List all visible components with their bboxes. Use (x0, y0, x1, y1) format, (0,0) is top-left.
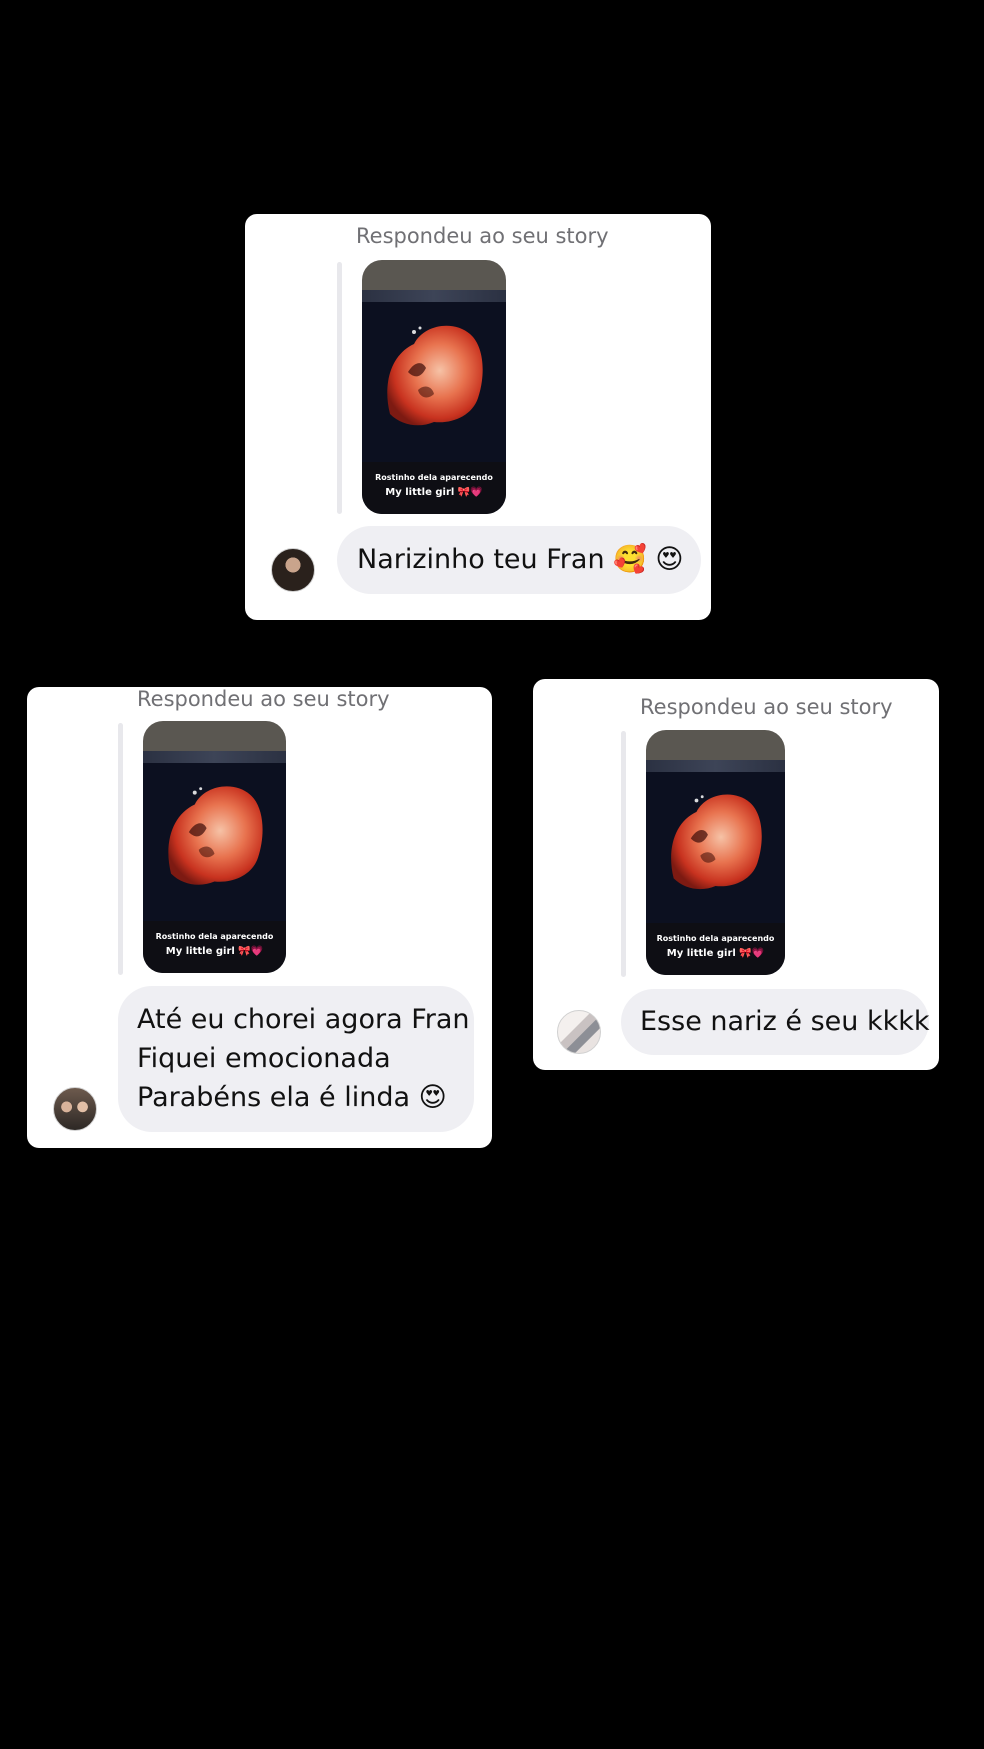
heart-eyes-sticker: 😍 (428, 1339, 545, 1469)
story-caption: Rostinho dela aparecendo (155, 932, 274, 941)
story-thumbnail[interactable]: Rostinho dela aparecendo My little girl … (362, 260, 506, 514)
sender-avatar[interactable] (53, 1087, 97, 1131)
story-replies-collage: { "replies": [ { "header": "Respondeu ao… (0, 0, 984, 1749)
story-caption: Rostinho dela aparecendo (656, 934, 775, 943)
story-caption-subtitle: My little girl 🎀💗 (666, 948, 765, 959)
story-thumbnail[interactable]: Rostinho dela aparecendo My little girl … (646, 730, 785, 975)
reply-card-3: Respondeu ao seu story Rostinho dela apa… (533, 679, 939, 1070)
quote-bar (118, 723, 123, 975)
ultrasound-scan (646, 772, 785, 923)
reply-header: Respondeu ao seu story (137, 687, 390, 711)
message-bubble[interactable]: Até eu chorei agora Fran Fiquei emociona… (118, 986, 474, 1132)
sender-avatar[interactable] (271, 548, 315, 592)
reply-card-1: Respondeu ao seu story Rostinho dela apa… (245, 214, 711, 620)
message-text-line: Até eu chorei agora Fran (137, 1004, 470, 1035)
quote-bar (621, 731, 626, 977)
reply-header: Respondeu ao seu story (356, 224, 609, 248)
message-text: Narizinho teu Fran 🥰 😍 (357, 544, 684, 575)
story-thumbnail[interactable]: Rostinho dela aparecendo My little girl … (143, 721, 286, 973)
ultrasound-scan (362, 302, 506, 462)
message-bubble[interactable]: Narizinho teu Fran 🥰 😍 (337, 526, 701, 594)
quote-bar (337, 262, 342, 514)
story-caption: Rostinho dela aparecendo (375, 473, 493, 482)
sender-avatar[interactable] (557, 1010, 601, 1054)
reply-header: Respondeu ao seu story (640, 695, 893, 719)
message-bubble[interactable]: Esse nariz é seu kkkk (621, 989, 930, 1055)
story-caption-subtitle: My little girl 🎀💗 (385, 487, 483, 498)
story-caption-subtitle: My little girl 🎀💗 (165, 946, 264, 957)
message-text-line: Parabéns ela é linda 😍 (137, 1082, 447, 1113)
ultrasound-scan (143, 763, 286, 921)
message-text: Esse nariz é seu kkkk (640, 1006, 930, 1037)
message-text-line: Fiquei emocionada (137, 1043, 391, 1074)
reply-card-2: Respondeu ao seu story Rostinho dela apa… (27, 687, 492, 1148)
